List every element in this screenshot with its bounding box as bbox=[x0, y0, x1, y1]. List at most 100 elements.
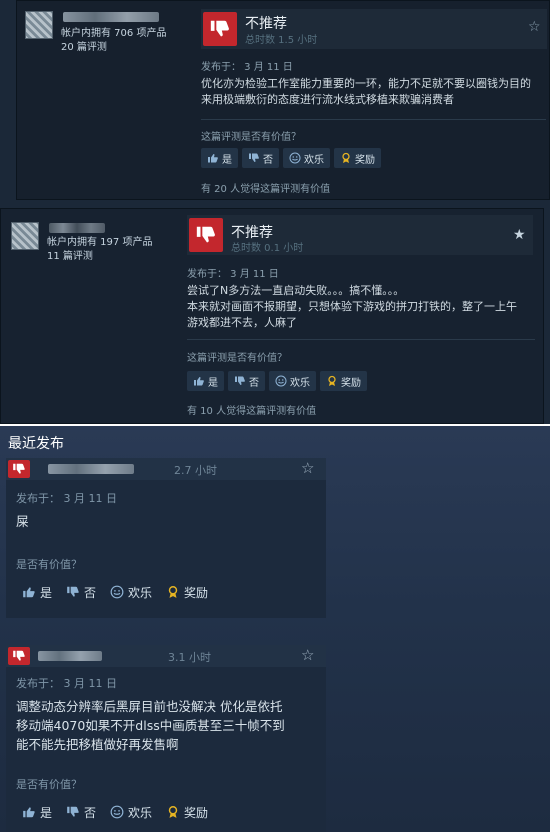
award-icon bbox=[328, 375, 336, 386]
author-name[interactable] bbox=[49, 223, 105, 233]
avatar[interactable] bbox=[25, 11, 53, 39]
smile-icon bbox=[289, 152, 301, 164]
thumbs-up-icon bbox=[23, 807, 35, 818]
vote-yes-label: 是 bbox=[208, 377, 218, 389]
star-icon[interactable]: ☆ bbox=[301, 646, 314, 664]
vote-funny-button[interactable]: 欢乐 bbox=[104, 801, 158, 823]
review-text: 调整动态分辨率后黑屏目前也没解决 优化是依托 移动端4070如果不开dlss中画… bbox=[16, 697, 322, 754]
review-text-line: 调整动态分辨率后黑屏目前也没解决 优化是依托 bbox=[16, 699, 283, 714]
award-label: 奖励 bbox=[355, 154, 375, 166]
verdict-header[interactable]: 不推荐 总时数 0.1 小时 ★ bbox=[187, 215, 533, 255]
vote-funny-label: 欢乐 bbox=[290, 377, 310, 389]
review-text-line: 优化亦为检验工作室能力重要的一环，能力不足就不要以圈钱为目的 bbox=[201, 77, 531, 90]
vote-yes-label: 是 bbox=[40, 585, 53, 600]
playtime: 总时数 0.1 小时 bbox=[231, 243, 304, 254]
vote-buttons: 是 否 欢乐 奖励 bbox=[201, 148, 381, 168]
playtime: 2.7 小时 bbox=[174, 464, 217, 477]
divider bbox=[187, 339, 535, 340]
author-name[interactable] bbox=[38, 651, 102, 661]
playtime: 3.1 小时 bbox=[168, 651, 211, 664]
review-text-line: 移动端4070如果不开dlss中画质甚至三十帧不到 bbox=[16, 718, 285, 733]
vote-yes-button[interactable]: 是 bbox=[187, 371, 224, 391]
award-button[interactable]: 奖励 bbox=[334, 148, 381, 168]
vote-no-button[interactable]: 否 bbox=[60, 801, 102, 823]
helpful-question: 是否有价值？ bbox=[16, 778, 82, 791]
helped-count: 有 10 人觉得这篇评测有价值 bbox=[187, 406, 317, 417]
vote-no-label: 否 bbox=[263, 154, 273, 166]
review-card: 帐户内拥有 197 项产品 11 篇评测 不推荐 总时数 0.1 小时 ★ 发布… bbox=[0, 208, 544, 424]
smile-icon bbox=[110, 585, 124, 599]
vote-no-button[interactable]: 否 bbox=[60, 581, 102, 603]
owned-products: 帐户内拥有 706 项产品 bbox=[61, 28, 167, 39]
review-text-line: 游戏都进不去，人麻了 bbox=[187, 316, 297, 329]
vote-funny-button[interactable]: 欢乐 bbox=[104, 581, 158, 603]
author-name[interactable] bbox=[48, 464, 134, 474]
thumbs-up-icon bbox=[208, 154, 218, 163]
review-text: 优化亦为检验工作室能力重要的一环，能力不足就不要以圈钱为目的 来用极端敷衍的态度… bbox=[201, 76, 546, 108]
thumbs-down-icon bbox=[8, 647, 30, 665]
star-icon[interactable]: ☆ bbox=[528, 19, 541, 35]
playtime: 总时数 1.5 小时 bbox=[245, 35, 318, 46]
vote-yes-button[interactable]: 是 bbox=[16, 801, 58, 823]
star-icon[interactable]: ★ bbox=[513, 227, 526, 243]
author-name[interactable] bbox=[63, 12, 159, 22]
award-icon bbox=[168, 586, 178, 598]
helpful-question: 这篇评测是否有价值？ bbox=[187, 353, 287, 364]
owned-products: 帐户内拥有 197 项产品 bbox=[47, 237, 153, 248]
review-text: 屎 bbox=[16, 514, 29, 529]
award-label: 奖励 bbox=[184, 585, 209, 600]
thumbs-down-icon bbox=[67, 806, 79, 817]
vote-funny-button[interactable]: 欢乐 bbox=[283, 148, 330, 168]
vote-no-label: 否 bbox=[84, 805, 97, 820]
smile-icon bbox=[275, 375, 287, 387]
vote-funny-label: 欢乐 bbox=[128, 805, 153, 820]
avatar[interactable] bbox=[11, 222, 39, 250]
helpful-question: 是否有价值？ bbox=[16, 558, 82, 571]
vote-funny-label: 欢乐 bbox=[128, 585, 153, 600]
verdict-header[interactable]: 不推荐 总时数 1.5 小时 ☆ bbox=[201, 9, 547, 49]
recent-review-card: 3.1 小时 ☆ 发布于： 3 月 11 日 调整动态分辨率后黑屏目前也没解决 … bbox=[6, 645, 326, 832]
award-label: 奖励 bbox=[341, 377, 361, 389]
divider bbox=[201, 119, 546, 120]
award-button[interactable]: 奖励 bbox=[160, 581, 214, 603]
posted-date: 发布于： 3 月 11 日 bbox=[16, 677, 117, 690]
recent-review-header[interactable]: 3.1 小时 ☆ bbox=[6, 645, 326, 667]
thumbs-down-icon bbox=[249, 153, 259, 162]
vote-no-label: 否 bbox=[249, 377, 259, 389]
posted-date: 发布于： 3 月 11 日 bbox=[201, 62, 293, 73]
recent-section-title: 最近发布 bbox=[8, 436, 64, 452]
reviews-count[interactable]: 20 篇评测 bbox=[61, 41, 107, 55]
review-card: 帐户内拥有 706 项产品 20 篇评测 不推荐 总时数 1.5 小时 ☆ 发布… bbox=[16, 0, 550, 200]
award-icon bbox=[342, 152, 350, 163]
recent-review-card: 2.7 小时 ☆ 发布于： 3 月 11 日 屎 是否有价值？ 是 否 欢乐 奖… bbox=[6, 458, 326, 618]
review-text: 尝试了N多方法一直启动失败。。。搞不懂。。。 本来就对画面不报期望，只想体验下游… bbox=[187, 283, 537, 331]
recent-review-header[interactable]: 2.7 小时 ☆ bbox=[6, 458, 326, 480]
award-icon bbox=[168, 806, 178, 818]
vote-yes-button[interactable]: 是 bbox=[201, 148, 238, 168]
vote-buttons: 是 否 欢乐 奖励 bbox=[16, 581, 214, 603]
verdict-label: 不推荐 bbox=[245, 16, 287, 32]
award-label: 奖励 bbox=[184, 805, 209, 820]
vote-no-button[interactable]: 否 bbox=[228, 371, 265, 391]
thumbs-down-icon bbox=[67, 586, 79, 597]
review-text-line: 尝试了N多方法一直启动失败。。。搞不懂。。。 bbox=[187, 284, 405, 297]
vote-funny-label: 欢乐 bbox=[304, 154, 324, 166]
thumbs-down-icon bbox=[203, 12, 237, 46]
review-text-line: 来用极端敷衍的态度进行流水线式移植来欺骗消费者 bbox=[201, 93, 454, 106]
posted-date: 发布于： 3 月 11 日 bbox=[16, 492, 117, 505]
reviews-count[interactable]: 11 篇评测 bbox=[47, 250, 93, 264]
vote-funny-button[interactable]: 欢乐 bbox=[269, 371, 316, 391]
vote-yes-button[interactable]: 是 bbox=[16, 581, 58, 603]
helpful-question: 这篇评测是否有价值？ bbox=[201, 132, 301, 143]
posted-date: 发布于： 3 月 11 日 bbox=[187, 269, 279, 280]
vote-no-button[interactable]: 否 bbox=[242, 148, 279, 168]
vote-yes-label: 是 bbox=[40, 805, 53, 820]
smile-icon bbox=[110, 805, 124, 819]
award-button[interactable]: 奖励 bbox=[320, 371, 367, 391]
star-icon[interactable]: ☆ bbox=[301, 459, 314, 477]
helped-count: 有 20 人觉得这篇评测有价值 bbox=[201, 184, 331, 195]
award-button[interactable]: 奖励 bbox=[160, 801, 214, 823]
steam-review-page: 帐户内拥有 706 项产品 20 篇评测 不推荐 总时数 1.5 小时 ☆ 发布… bbox=[0, 0, 550, 832]
thumbs-up-icon bbox=[23, 587, 35, 598]
thumbs-down-icon bbox=[8, 460, 30, 478]
